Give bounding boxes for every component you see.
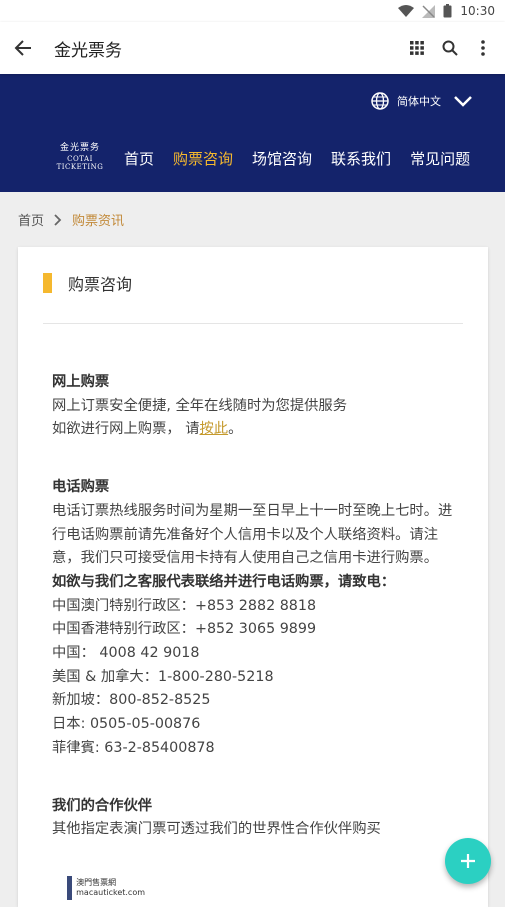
nav-ticket-info[interactable]: 购票咨询 — [173, 148, 233, 169]
back-button[interactable] — [0, 22, 46, 74]
partner-logo-line1: 澳門售票網 — [76, 878, 117, 887]
fab-add-button[interactable] — [445, 838, 491, 884]
search-icon — [442, 40, 458, 56]
nav-faq[interactable]: 常见问题 — [410, 148, 470, 169]
grid-button[interactable] — [400, 22, 433, 74]
main-nav: 首页 购票咨询 场馆咨询 联系我们 常见问题 — [124, 148, 470, 169]
partner-description: 其他指定表演门票可透过我们的世界性合作伙伴购买 — [52, 821, 381, 838]
plus-icon — [461, 854, 475, 868]
phone-line: 中国香港特别行政区：+852 3065 9899 — [52, 621, 317, 638]
online-line2-suffix: 。 — [228, 421, 243, 438]
nav-venue-info[interactable]: 场馆咨询 — [252, 148, 312, 169]
more-vert-icon — [480, 40, 485, 56]
phone-line: 中国澳门特别行政区：+853 2882 8818 — [52, 597, 317, 614]
chevron-right-icon — [54, 213, 62, 226]
card-header: 购票咨询 — [43, 271, 132, 295]
nav-home[interactable]: 首页 — [124, 148, 154, 169]
phone-line: 中国： 4008 42 9018 — [52, 645, 200, 662]
online-line1: 网上订票安全便捷, 全年在线随时为您提供服务 — [52, 397, 348, 414]
divider — [43, 323, 463, 324]
partner-logo-mark — [67, 876, 73, 900]
app-bar: 金光票务 — [0, 22, 505, 74]
site-header: 简体中文 金光票务 COTAI TICKETING 首页 购票咨询 场馆咨询 联… — [0, 74, 505, 192]
title-accent-bar — [43, 273, 52, 293]
online-heading: 网上购票 — [52, 374, 110, 390]
logo-english: COTAI TICKETING — [56, 155, 104, 171]
chevron-down-icon — [454, 96, 472, 107]
logo-chinese: 金光票务 — [59, 143, 100, 153]
site-logo[interactable]: 金光票务 COTAI TICKETING — [44, 140, 116, 171]
breadcrumb-home[interactable]: 首页 — [18, 210, 44, 229]
phone-contact-heading: 如欲与我们之客服代表联络并进行电话购票，请致电： — [52, 573, 396, 590]
breadcrumb-current: 购票资讯 — [72, 214, 125, 229]
more-options-button[interactable] — [466, 22, 499, 74]
search-button[interactable] — [433, 22, 466, 74]
language-label: 简体中文 — [397, 95, 441, 108]
globe-icon — [371, 92, 389, 110]
signal-off-icon — [422, 4, 436, 18]
ticket-info-card: 购票咨询 网上购票 网上订票安全便捷, 全年在线随时为您提供服务 如欲进行网上购… — [18, 247, 488, 907]
online-line2-prefix: 如欲进行网上购票， 请 — [52, 421, 200, 438]
battery-icon — [443, 4, 452, 18]
breadcrumb: 首页 购票资讯 — [18, 210, 124, 229]
card-content: 网上购票 网上订票安全便捷, 全年在线随时为您提供服务 如欲进行网上购票， 请按… — [52, 371, 462, 842]
status-time: 10:30 — [460, 4, 495, 18]
online-line2: 如欲进行网上购票， 请按此。 — [52, 418, 462, 442]
grid-icon — [409, 41, 424, 55]
phone-heading: 电话购票 — [52, 479, 110, 496]
partner-logo-line2: macauticket.com — [76, 888, 145, 897]
phone-line: 美国 & 加拿大：1-800-280-5218 — [52, 668, 274, 685]
app-title: 金光票务 — [54, 40, 122, 61]
wifi-icon — [398, 5, 415, 17]
nav-contact-us[interactable]: 联系我们 — [331, 148, 391, 169]
card-title: 购票咨询 — [68, 275, 133, 294]
phone-line: 日本: 0505-05-00876 — [52, 716, 201, 733]
partner-heading: 我们的合作伙伴 — [52, 797, 153, 814]
phone-line: 新加坡：800-852-8525 — [52, 692, 211, 709]
phone-description: 电话订票热线服务时间为星期一至日早上十一时至晚上七时。进行电话购票前请先准备好个… — [52, 502, 453, 567]
phone-line: 菲律賓: 63-2-85400878 — [52, 739, 215, 756]
status-bar: 10:30 — [0, 0, 505, 22]
online-purchase-link[interactable]: 按此 — [200, 421, 229, 437]
arrow-left-icon — [14, 40, 31, 56]
language-selector[interactable]: 简体中文 — [371, 92, 473, 110]
partner-logo-text: 澳門售票網 macauticket.com — [76, 878, 145, 898]
